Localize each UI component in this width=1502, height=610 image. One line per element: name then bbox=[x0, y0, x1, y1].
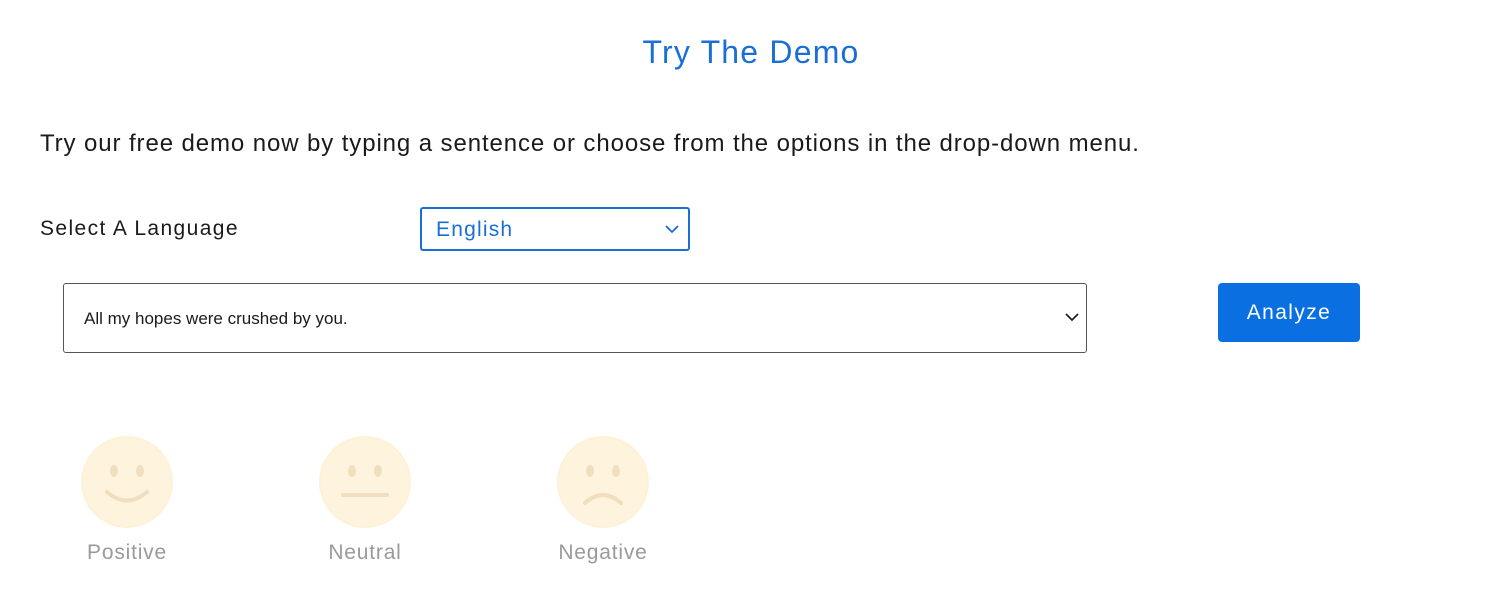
sentence-select-value: All my hopes were crushed by you. bbox=[84, 309, 348, 328]
page-title: Try The Demo bbox=[642, 34, 860, 70]
sentiment-label: Neutral bbox=[328, 541, 402, 564]
intro-text: Try our free demo now by typing a senten… bbox=[40, 130, 1140, 157]
language-select[interactable]: English bbox=[420, 207, 690, 251]
chevron-down-icon bbox=[665, 225, 679, 234]
sentiment-negative: Negative bbox=[548, 435, 658, 565]
frown-icon bbox=[557, 436, 649, 528]
sentence-select[interactable]: All my hopes were crushed by you. bbox=[63, 283, 1087, 353]
chevron-down-icon bbox=[1065, 313, 1079, 322]
smile-icon bbox=[81, 436, 173, 528]
sentiment-label: Positive bbox=[87, 541, 167, 564]
language-label: Select A Language bbox=[40, 217, 239, 240]
language-select-value: English bbox=[436, 218, 514, 241]
sentiment-neutral: Neutral bbox=[310, 435, 420, 565]
sentiment-positive: Positive bbox=[72, 435, 182, 565]
sentiment-label: Negative bbox=[558, 541, 648, 564]
analyze-button[interactable]: Analyze bbox=[1218, 283, 1360, 342]
neutral-face-icon bbox=[319, 436, 411, 528]
